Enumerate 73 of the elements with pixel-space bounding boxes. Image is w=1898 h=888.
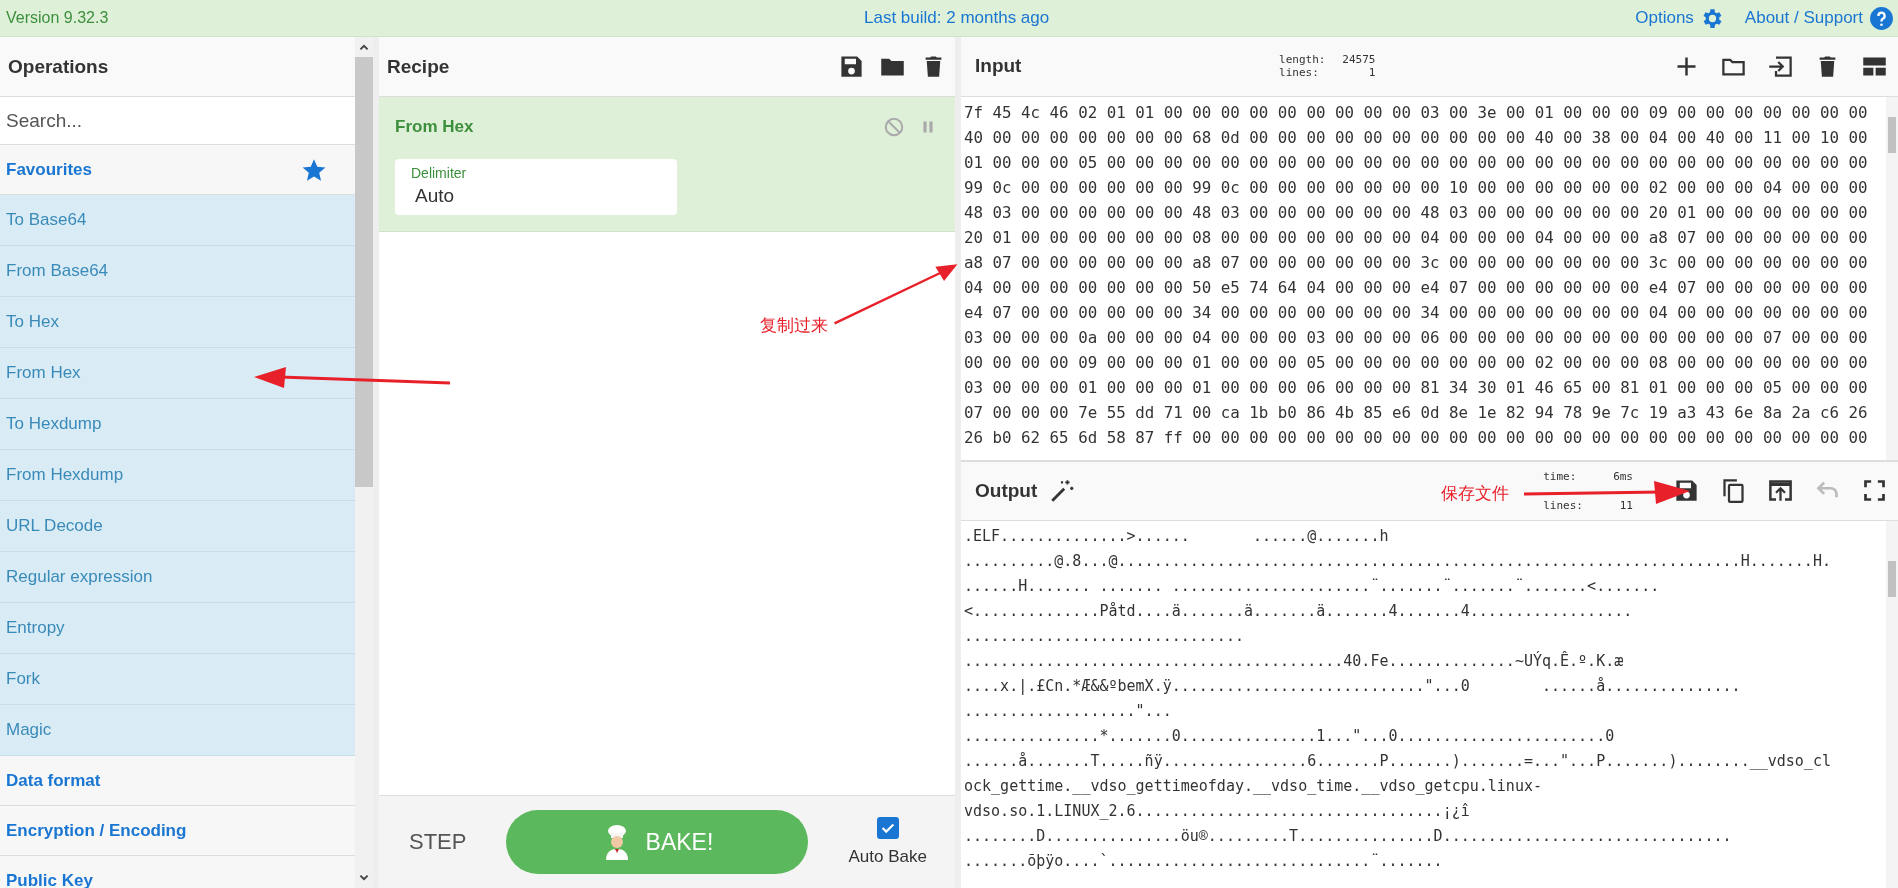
hex-line: 7f 45 4c 46 02 01 01 00 00 00 00 00 00 00 00 00 03 00 3e 00 01 00 00 00 09 00 00 00 00 00 00 00	[964, 101, 1869, 124]
about-support-link[interactable]: About / Support	[1744, 8, 1863, 28]
operation-item[interactable]: To Hex	[0, 297, 355, 348]
scrollbar[interactable]	[355, 37, 373, 888]
operation-item[interactable]: Regular expression	[0, 552, 355, 603]
output-line: ..................."...	[964, 701, 1173, 723]
output-line: ......H....... ....... ......................¨.......¨.......¨.......<.......	[964, 576, 1661, 598]
stat-value: 11	[1618, 498, 1633, 512]
operation-item[interactable]: Magic	[0, 705, 355, 756]
panel-title: Operations	[8, 55, 109, 78]
hex-line: 03 00 00 00 01 00 00 00 01 00 00 00 06 00 00 00 81 34 30 01 46 65 00 81 01 00 00 00 05 00 00 00	[964, 376, 1869, 399]
hex-line: 26 b0 62 65 6d 58 87 ff 00 00 00 00 00 00 00 00 00 00 00 00 00 00 00 00 00 00 00 00 00 00 00 00	[964, 426, 1869, 449]
scrollbar[interactable]	[1886, 521, 1898, 888]
operation-title: From Hex	[395, 117, 474, 137]
delimiter-field[interactable]: Delimiter Auto	[395, 159, 677, 215]
hex-line: e4 07 00 00 00 00 00 00 34 00 00 00 00 00 00 00 34 00 00 00 00 00 00 00 04 00 00 00 00 00 00 00	[964, 301, 1869, 324]
output-line: .......õþÿo....`.............................¨.......	[964, 851, 1444, 873]
hex-line: 00 00 00 00 09 00 00 00 01 00 00 00 05 00 00 00 00 00 00 00 02 00 00 00 08 00 00 00 00 00 00 00	[964, 351, 1869, 374]
stat-value: 6ms	[1612, 469, 1633, 483]
operation-item[interactable]: To Base64	[0, 195, 355, 246]
annotation-label: 保存文件	[1441, 482, 1509, 505]
hex-line: 07 00 00 00 7e 55 dd 71 00 ca 1b b0 86 4b 85 e6 0d 8e 1e 82 94 78 9e 7c 19 a3 43 6e 8a 2a c6 26	[964, 401, 1869, 424]
hex-line: 03 00 00 00 0a 00 00 00 04 00 00 00 03 00 00 00 06 00 00 00 00 00 00 00 00 00 00 00 07 00 00 00	[964, 326, 1869, 349]
hex-line: a8 07 00 00 00 00 00 00 a8 07 00 00 00 00 00 00 3c 00 00 00 00 00 00 00 3c 00 00 00 00 00 00 00	[964, 251, 1869, 274]
stat-label: lines:	[1279, 66, 1319, 80]
help-icon[interactable]	[1869, 5, 1894, 31]
hex-line: 40 00 00 00 00 00 00 00 68 0d 00 00 00 00 00 00 00 00 00 00 40 00 38 00 04 00 40 00 11 00 10 00	[964, 126, 1869, 149]
operation-item[interactable]: From Hex	[0, 348, 355, 399]
panel-title: Recipe	[387, 55, 450, 78]
category-header[interactable]: Data format	[0, 756, 355, 806]
stat-label: lines:	[1543, 498, 1583, 512]
panel-title: Output	[975, 479, 1038, 502]
operation-item[interactable]: From Base64	[0, 246, 355, 297]
output-line: ock_gettime.__vdso_gettimeofday.__vdso_time.__vdso_getcpu.linux-	[964, 776, 1543, 798]
output-line: ....x.|.£Cn.*Æ&&ºbemX.ÿ............................"...0 ......å...............	[964, 676, 1742, 698]
scrollbar[interactable]	[1886, 96, 1898, 460]
output-line: ......å.......T.....ñÿ................6.......P.......).......=..."...P.......)........__vdso_cl	[964, 751, 1832, 773]
bake-button[interactable]: BAKE!	[506, 810, 809, 874]
auto-bake-label[interactable]: Auto Bake	[848, 847, 927, 867]
magic-wand-icon[interactable]	[1049, 477, 1076, 504]
output-line: .ELF..............>...... ......@.......h	[964, 526, 1390, 548]
stat-value: 24575	[1341, 53, 1376, 67]
stat-value: 1	[1367, 66, 1376, 80]
last-build-link[interactable]: Last build: 2 months ago	[864, 8, 1050, 28]
hex-line: 20 01 00 00 00 00 00 00 08 00 00 00 00 00 00 00 04 00 00 00 04 00 00 00 a8 07 00 00 00 00 00 00	[964, 226, 1869, 249]
output-line: vdso.so.1.LINUX_2.6..................................¡¿î	[964, 801, 1471, 823]
category-header[interactable]: Encryption / Encoding	[0, 806, 355, 856]
copy-icon[interactable]	[1720, 477, 1747, 505]
panel-title: Input	[975, 55, 1022, 78]
step-button[interactable]: STEP	[409, 829, 467, 855]
operation-item[interactable]: Entropy	[0, 603, 355, 654]
save-icon[interactable]	[838, 53, 865, 80]
output-line: ...............................	[964, 626, 1245, 648]
annotation-label: 复制过来	[760, 314, 828, 337]
output-line: ...............*.......0...............1..."...0.......................0	[964, 726, 1616, 748]
hex-line: 48 03 00 00 00 00 00 00 48 03 00 00 00 00 00 00 48 03 00 00 00 00 00 00 20 01 00 00 00 00 00 00	[964, 201, 1869, 224]
category-header[interactable]: Favourites	[0, 145, 355, 195]
operation-item[interactable]: URL Decode	[0, 501, 355, 552]
operation-item[interactable]: From Hexdump	[0, 450, 355, 501]
output-line: ..........................................40.Fe..............~UÝq.Ê.º.K.æ	[964, 650, 1625, 673]
auto-bake-checkbox[interactable]	[876, 817, 899, 839]
stat-label: time:	[1543, 469, 1577, 483]
operation-item[interactable]: Fork	[0, 654, 355, 705]
operation-item[interactable]: To Hexdump	[0, 399, 355, 450]
hex-line: 01 00 00 00 05 00 00 00 00 00 00 00 00 00 00 00 00 00 00 00 00 00 00 00 00 00 00 00 00 00 00 00	[964, 151, 1869, 174]
output-line: ........D...............öu®.........T...............D................................	[964, 826, 1733, 848]
version-label: Version 9.32.3	[6, 9, 110, 27]
output-line: ..........@.8...@.....................................................................H.......H.	[964, 551, 1832, 573]
hex-line: 04 00 00 00 00 00 00 00 50 e5 74 64 04 00 00 00 e4 07 00 00 00 00 00 00 e4 07 00 00 00 00 00 00	[964, 276, 1869, 299]
options-link[interactable]: Options	[1635, 8, 1694, 28]
hex-line: 99 0c 00 00 00 00 00 00 99 0c 00 00 00 00 00 00 00 10 00 00 00 00 00 00 02 00 00 00 04 00 00 00	[964, 176, 1869, 199]
output-line: <..............Påtd....ä.......ä.......ä.......4.......4..................	[964, 601, 1634, 623]
stat-label: length:	[1279, 53, 1326, 67]
